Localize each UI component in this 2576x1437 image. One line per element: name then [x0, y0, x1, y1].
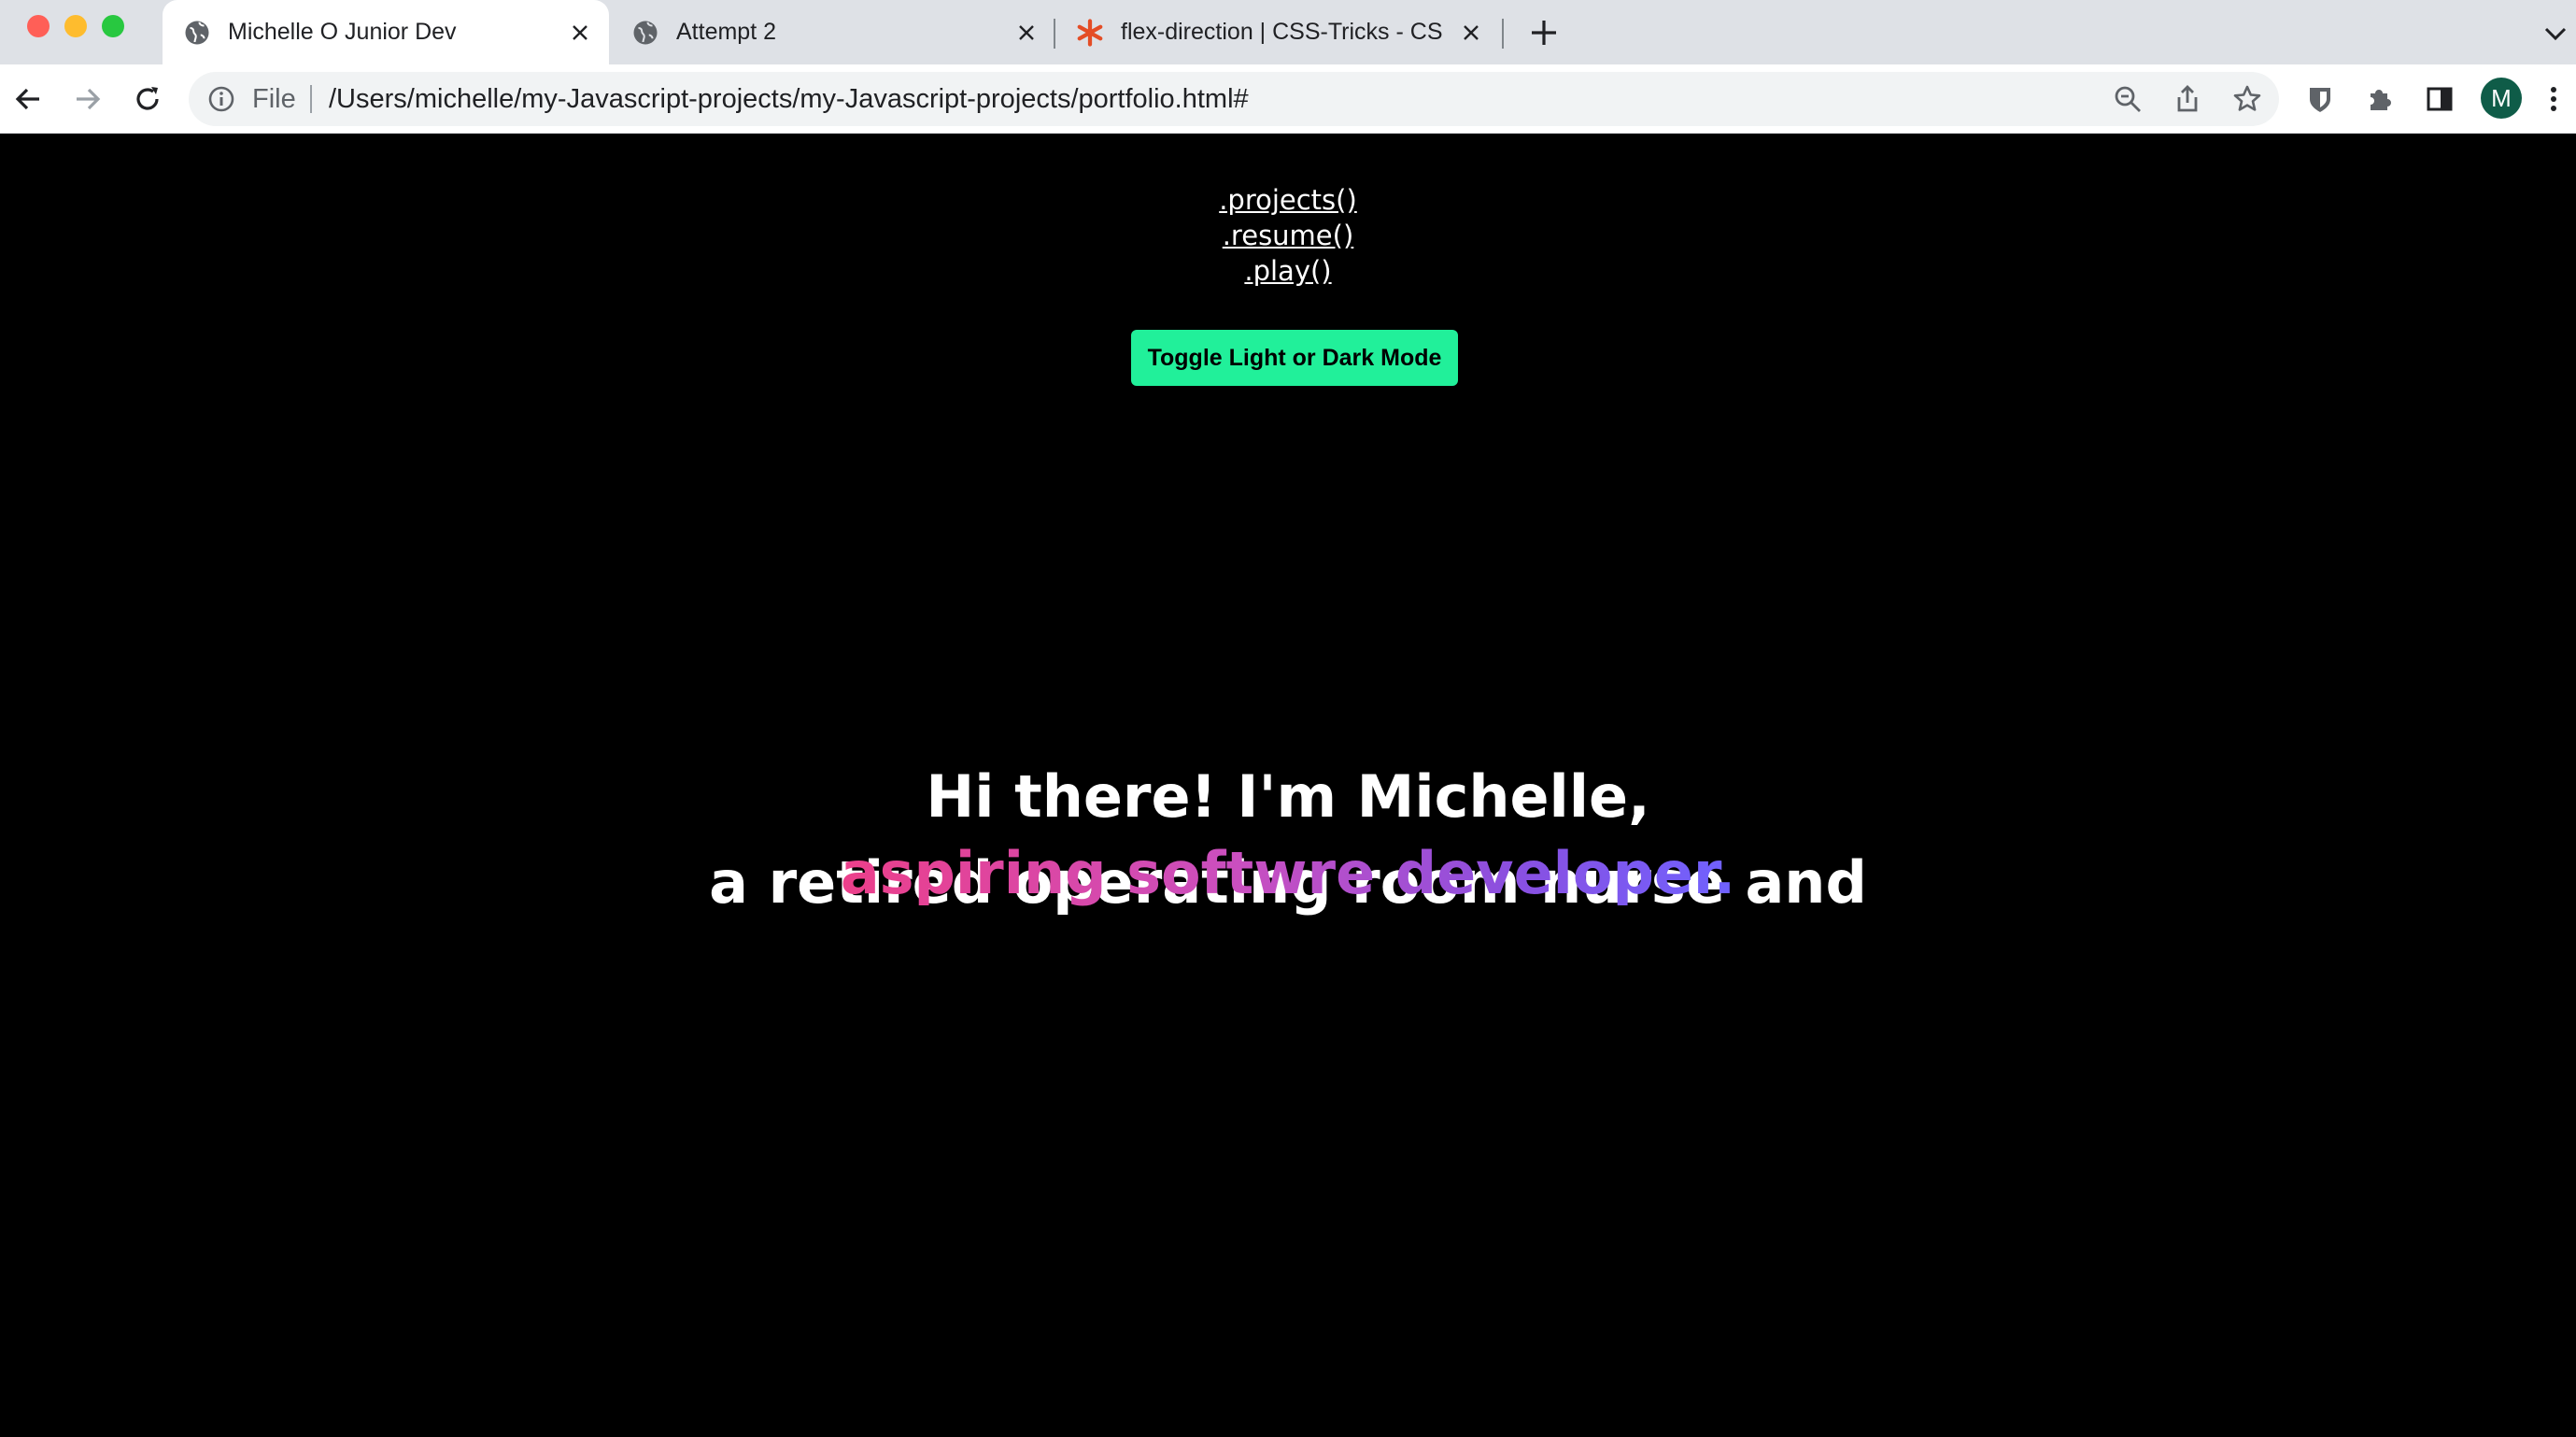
- tab-strip: Michelle O Junior Dev Attempt 2 flex-dir…: [0, 0, 2576, 64]
- tab-attempt-2[interactable]: Attempt 2: [611, 0, 1042, 64]
- reload-icon[interactable]: [131, 82, 164, 116]
- bookmark-star-icon[interactable]: [2232, 84, 2262, 114]
- close-tab-icon[interactable]: [1457, 19, 1485, 47]
- forward-arrow-icon[interactable]: [71, 82, 105, 116]
- gradient-text: aspiring softwre developer.: [840, 839, 1736, 907]
- address-bar[interactable]: File /Users/michelle/my-Javascript-proje…: [189, 72, 2279, 126]
- tab-michelle-o-junior-dev[interactable]: Michelle O Junior Dev: [163, 0, 609, 64]
- bitwarden-shield-icon[interactable]: [2303, 82, 2337, 116]
- close-tab-icon[interactable]: [566, 19, 594, 47]
- share-icon[interactable]: [2173, 84, 2202, 114]
- close-tab-icon[interactable]: [1012, 19, 1040, 47]
- toggle-theme-button[interactable]: Toggle Light or Dark Mode: [1131, 330, 1458, 386]
- side-panel-icon[interactable]: [2423, 82, 2456, 116]
- zoom-out-icon[interactable]: [2113, 84, 2143, 114]
- omnibox-divider: [310, 85, 312, 113]
- nav-link-projects[interactable]: .projects(): [1219, 182, 1357, 218]
- minimize-window-button[interactable]: [64, 15, 87, 37]
- hero-gradient-text: aspiring softwre developer.: [0, 830, 2576, 918]
- tab-title: Attempt 2: [676, 19, 776, 45]
- hero-line-1: Hi there! I'm Michelle,: [926, 762, 1650, 831]
- close-window-button[interactable]: [27, 15, 50, 37]
- globe-icon: [185, 21, 209, 44]
- nav-link-resume[interactable]: .resume(): [1223, 218, 1354, 253]
- tab-flex-direction[interactable]: flex-direction | CSS-Tricks - CS: [1055, 0, 1502, 64]
- page-content: .projects() .resume() .play() Toggle Lig…: [0, 134, 2576, 1437]
- asterisk-icon: [1077, 18, 1103, 47]
- new-tab-plus-icon[interactable]: [1528, 17, 1560, 49]
- profile-avatar[interactable]: M: [2481, 78, 2522, 119]
- more-menu-icon[interactable]: [2544, 82, 2563, 116]
- tab-title: flex-direction | CSS-Tricks - CS: [1121, 19, 1443, 45]
- zoom-window-button[interactable]: [102, 15, 124, 37]
- info-icon[interactable]: [207, 85, 235, 113]
- chevron-down-icon[interactable]: [2542, 21, 2569, 47]
- tab-title: Michelle O Junior Dev: [228, 19, 457, 45]
- url-text[interactable]: /Users/michelle/my-Javascript-projects/m…: [329, 84, 1249, 115]
- browser-toolbar: File /Users/michelle/my-Javascript-proje…: [0, 64, 2576, 134]
- scheme-label: File: [252, 84, 296, 114]
- extensions-puzzle-icon[interactable]: [2363, 82, 2397, 116]
- globe-icon: [633, 21, 658, 44]
- back-arrow-icon[interactable]: [11, 82, 45, 116]
- nav-link-play[interactable]: .play(): [1244, 253, 1331, 289]
- tab-separator: [1502, 19, 1504, 49]
- site-nav: .projects() .resume() .play(): [0, 182, 2576, 289]
